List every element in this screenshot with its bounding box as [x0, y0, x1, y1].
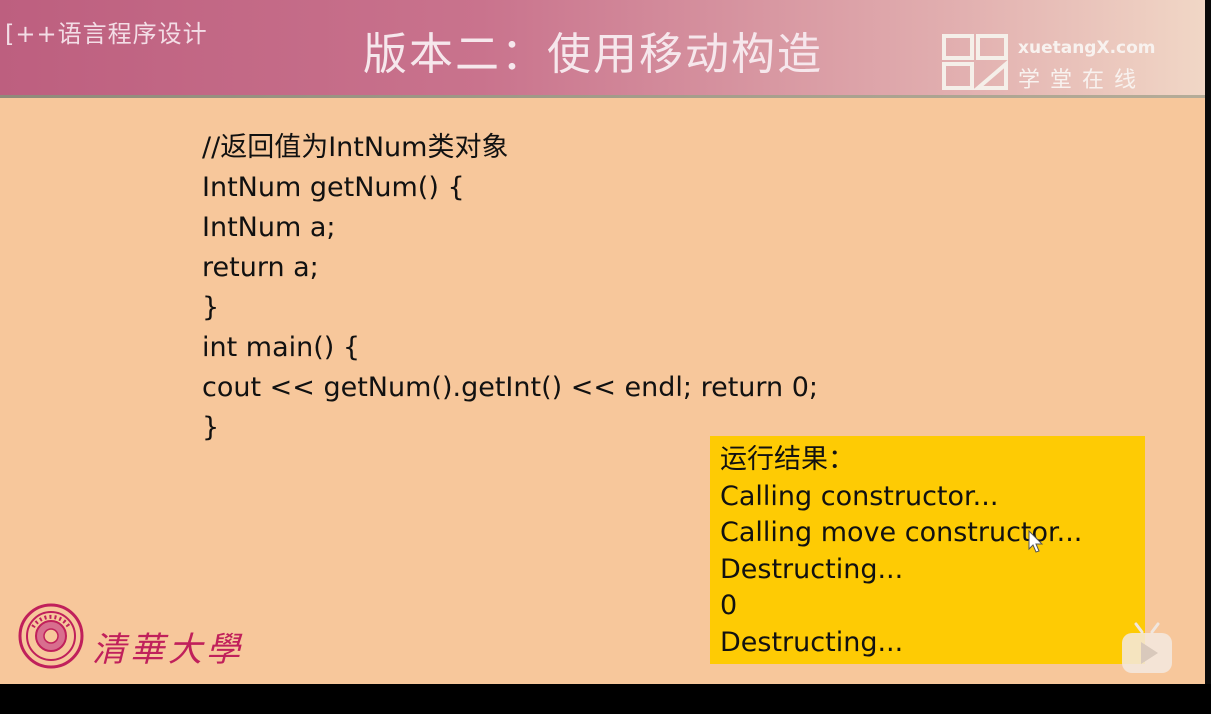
run-result-line: Destructing...: [720, 553, 904, 585]
xuetangx-logo-icon: [942, 34, 1008, 90]
code-line: IntNum getNum() {: [202, 172, 465, 203]
xuetangx-logo: xuetangX.com 学堂在线: [940, 32, 1160, 96]
code-line: }: [202, 292, 220, 323]
run-result-line: Destructing...: [720, 626, 904, 658]
university-seal-icon: [18, 603, 84, 669]
video-slide: [++语言程序设计 版本二：使用移动构造 xuetangX.com 学堂在线 /…: [0, 0, 1211, 684]
code-line: IntNum a;: [202, 212, 336, 243]
code-line: return a;: [202, 252, 319, 283]
header-divider: [0, 95, 1205, 98]
university-name: 清華大學: [92, 630, 244, 670]
video-bottom-bar: [0, 684, 1211, 714]
run-result-line: Calling move constructor...: [720, 517, 1083, 548]
run-result-box: 运行结果： Calling constructor... Calling mov…: [710, 436, 1145, 664]
code-line: cout << getNum().getInt() << endl; retur…: [202, 372, 819, 403]
run-result-title: 运行结果：: [720, 444, 855, 475]
code-block: //返回值为IntNum类对象 IntNum getNum() { IntNum…: [202, 128, 818, 448]
mouse-cursor-icon: [1028, 530, 1044, 553]
slide-header: [++语言程序设计 版本二：使用移动构造 xuetangX.com 学堂在线: [0, 0, 1205, 95]
run-result-line: Calling constructor...: [720, 480, 999, 512]
slide-title: 版本二：使用移动构造: [363, 29, 823, 80]
run-result-line: 0: [720, 590, 738, 621]
course-name: [++语言程序设计: [5, 20, 208, 48]
logo-chinese-text: 学堂在线: [1018, 68, 1147, 93]
logo-english-text: xuetangX.com: [1018, 38, 1156, 58]
code-line: int main() {: [202, 332, 361, 363]
play-icon[interactable]: [1118, 622, 1176, 678]
code-line: //返回值为IntNum类对象: [202, 132, 509, 163]
